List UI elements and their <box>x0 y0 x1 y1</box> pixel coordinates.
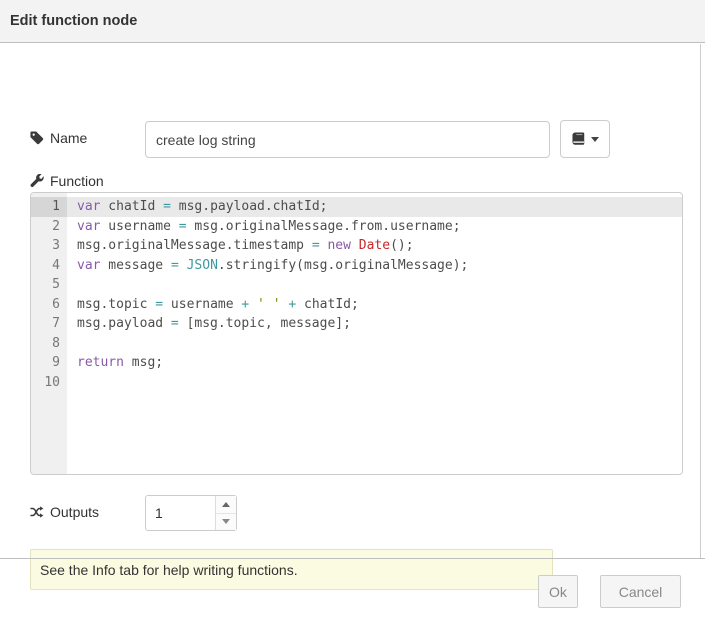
dialog-header: Edit function node <box>0 0 705 43</box>
code-line: 10 <box>31 373 682 393</box>
line-number: 8 <box>31 334 67 354</box>
function-code-editor[interactable]: 1var chatId = msg.payload.chatId;2var us… <box>30 192 683 475</box>
name-label: Name <box>30 130 87 146</box>
code-line: 4var message = JSON.stringify(msg.origin… <box>31 256 682 276</box>
spinner-buttons <box>215 496 236 530</box>
code-text <box>67 275 77 295</box>
arrow-down-icon <box>222 519 230 524</box>
line-number: 3 <box>31 236 67 256</box>
outputs-label-text: Outputs <box>50 504 99 520</box>
code-line: 9return msg; <box>31 353 682 373</box>
line-number: 2 <box>31 217 67 237</box>
shuffle-icon <box>30 505 44 519</box>
code-text: msg.originalMessage.timestamp = new Date… <box>67 236 414 256</box>
chevron-down-icon <box>591 137 599 142</box>
code-line: 8 <box>31 334 682 354</box>
code-line: 2var username = msg.originalMessage.from… <box>31 217 682 237</box>
tag-icon <box>30 131 44 145</box>
code-text: msg.topic = username + ' ' + chatId; <box>67 295 359 315</box>
footer-divider <box>0 558 705 559</box>
line-number: 10 <box>31 373 67 393</box>
code-text <box>67 373 77 393</box>
code-line: 6msg.topic = username + ' ' + chatId; <box>31 295 682 315</box>
library-button[interactable] <box>560 120 610 158</box>
ok-button[interactable]: Ok <box>538 575 578 608</box>
outputs-input[interactable] <box>146 496 216 530</box>
code-lines: 1var chatId = msg.payload.chatId;2var us… <box>31 197 682 392</box>
spinner-down-button[interactable] <box>216 514 236 531</box>
form-tip: See the Info tab for help writing functi… <box>30 549 553 590</box>
cancel-button[interactable]: Cancel <box>600 575 681 608</box>
code-text: return msg; <box>67 353 163 373</box>
line-number: 9 <box>31 353 67 373</box>
code-line: 1var chatId = msg.payload.chatId; <box>31 197 682 217</box>
line-number: 5 <box>31 275 67 295</box>
name-input[interactable] <box>145 121 550 158</box>
function-label-text: Function <box>50 173 104 189</box>
code-text: msg.payload = [msg.topic, message]; <box>67 314 351 334</box>
function-label: Function <box>30 173 104 189</box>
edit-function-dialog: Edit function node Name <box>0 0 705 619</box>
line-number: 1 <box>31 197 67 217</box>
line-number: 6 <box>31 295 67 315</box>
form-tip-text: See the Info tab for help writing functi… <box>40 562 298 578</box>
dialog-title: Edit function node <box>10 13 137 29</box>
book-icon <box>572 132 586 146</box>
code-text <box>67 334 77 354</box>
wrench-icon <box>30 174 44 188</box>
line-number: 4 <box>31 256 67 276</box>
spinner-up-button[interactable] <box>216 496 236 514</box>
code-text: var username = msg.originalMessage.from.… <box>67 217 461 237</box>
code-line: 3msg.originalMessage.timestamp = new Dat… <box>31 236 682 256</box>
code-line: 7msg.payload = [msg.topic, message]; <box>31 314 682 334</box>
code-line: 5 <box>31 275 682 295</box>
code-text: var message = JSON.stringify(msg.origina… <box>67 256 468 276</box>
name-label-text: Name <box>50 130 87 146</box>
outputs-spinner <box>145 495 237 531</box>
outputs-label: Outputs <box>30 504 99 520</box>
code-text: var chatId = msg.payload.chatId; <box>67 197 327 217</box>
dialog-body: Name Function 1var <box>0 44 701 558</box>
arrow-up-icon <box>222 502 230 507</box>
line-number: 7 <box>31 314 67 334</box>
